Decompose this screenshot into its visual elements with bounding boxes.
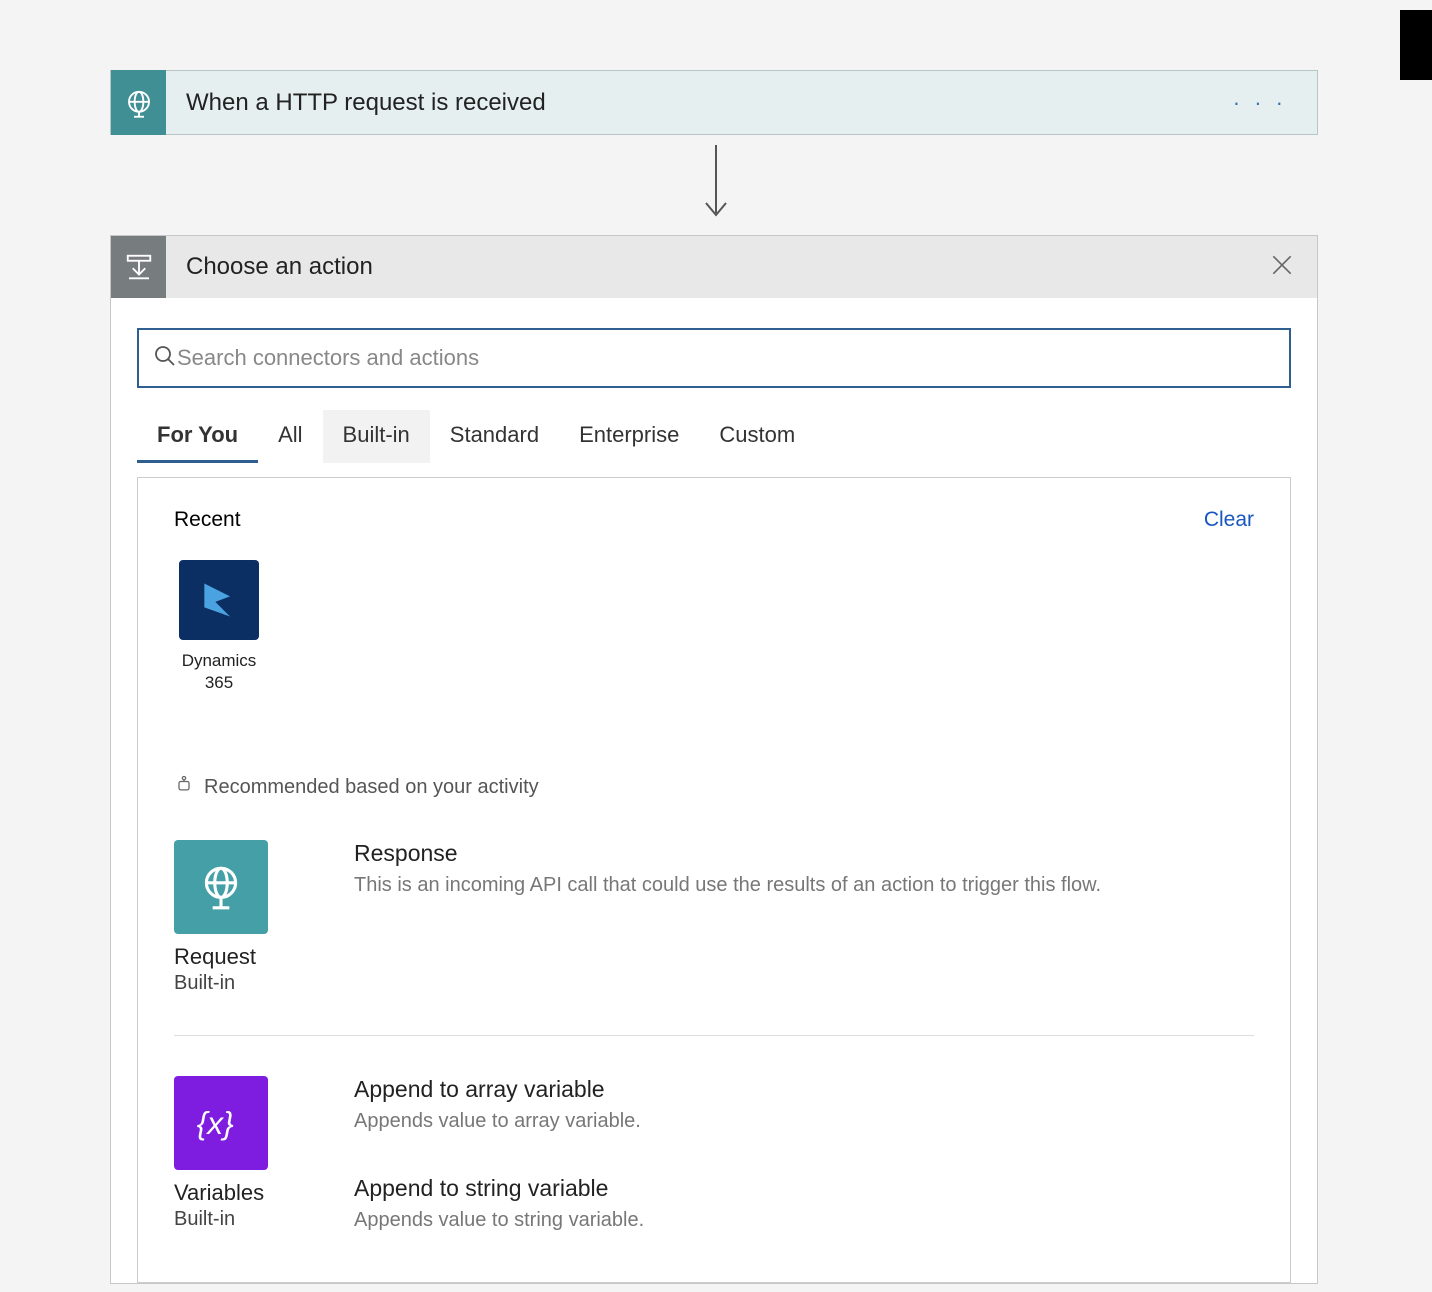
side-black-tab	[1400, 10, 1432, 80]
svg-text:{x}: {x}	[197, 1105, 234, 1141]
search-icon	[153, 344, 177, 373]
choose-action-title: Choose an action	[186, 253, 1269, 281]
results-panel: Recent Clear Dynamics 365	[137, 477, 1291, 1283]
recommendation-row: {x} Variables Built-in Append to array v…	[174, 1076, 1254, 1252]
recent-item-label: Dynamics 365	[174, 650, 264, 694]
search-input[interactable]	[177, 345, 1275, 371]
designer-canvas: When a HTTP request is received · · · Ch…	[0, 0, 1432, 1284]
action-step-icon	[111, 236, 166, 298]
more-menu-icon[interactable]: · · ·	[1233, 90, 1287, 116]
category-tabs: For You All Built-in Standard Enterprise…	[111, 388, 1317, 463]
connector-category: Built-in	[174, 1208, 294, 1231]
tab-for-you[interactable]: For You	[137, 410, 258, 463]
connector-name: Variables	[174, 1180, 294, 1206]
tab-built-in[interactable]: Built-in	[323, 410, 430, 463]
request-connector-icon	[174, 840, 268, 934]
recommended-heading-row: Recommended based on your activity	[174, 774, 1254, 800]
recommendation-row: Request Built-in Response This is an inc…	[174, 840, 1254, 995]
action-item-append-string[interactable]: Append to string variable Appends value …	[354, 1175, 1254, 1234]
recent-heading: Recent	[174, 508, 241, 532]
tab-standard[interactable]: Standard	[430, 410, 559, 463]
robot-icon	[174, 774, 194, 800]
connector-name: Request	[174, 944, 294, 970]
choose-action-card: Choose an action For You All Built-in St…	[110, 235, 1318, 1284]
http-request-icon	[111, 70, 166, 135]
clear-link[interactable]: Clear	[1204, 508, 1254, 532]
tab-enterprise[interactable]: Enterprise	[559, 410, 699, 463]
action-description: This is an incoming API call that could …	[354, 871, 1254, 899]
connector-category: Built-in	[174, 972, 294, 995]
tab-custom[interactable]: Custom	[699, 410, 815, 463]
recommended-heading: Recommended based on your activity	[204, 776, 539, 799]
tab-all[interactable]: All	[258, 410, 322, 463]
search-box[interactable]	[137, 328, 1291, 388]
variables-connector-icon: {x}	[174, 1076, 268, 1170]
action-item-response[interactable]: Response This is an incoming API call th…	[354, 840, 1254, 899]
choose-action-header: Choose an action	[111, 236, 1317, 298]
connector-arrow	[110, 135, 1322, 235]
action-description: Appends value to string variable.	[354, 1206, 1254, 1234]
separator	[174, 1035, 1254, 1036]
action-description: Appends value to array variable.	[354, 1107, 1254, 1135]
action-title: Append to array variable	[354, 1076, 1254, 1103]
trigger-title: When a HTTP request is received	[186, 89, 1233, 117]
close-icon[interactable]	[1269, 252, 1295, 283]
dynamics-365-icon	[179, 560, 259, 640]
trigger-card[interactable]: When a HTTP request is received · · ·	[110, 70, 1318, 135]
connector-request[interactable]: Request Built-in	[174, 840, 294, 995]
recent-item-dynamics-365[interactable]: Dynamics 365	[174, 560, 264, 694]
connector-variables[interactable]: {x} Variables Built-in	[174, 1076, 294, 1231]
action-title: Response	[354, 840, 1254, 867]
action-item-append-array[interactable]: Append to array variable Appends value t…	[354, 1076, 1254, 1135]
action-title: Append to string variable	[354, 1175, 1254, 1202]
